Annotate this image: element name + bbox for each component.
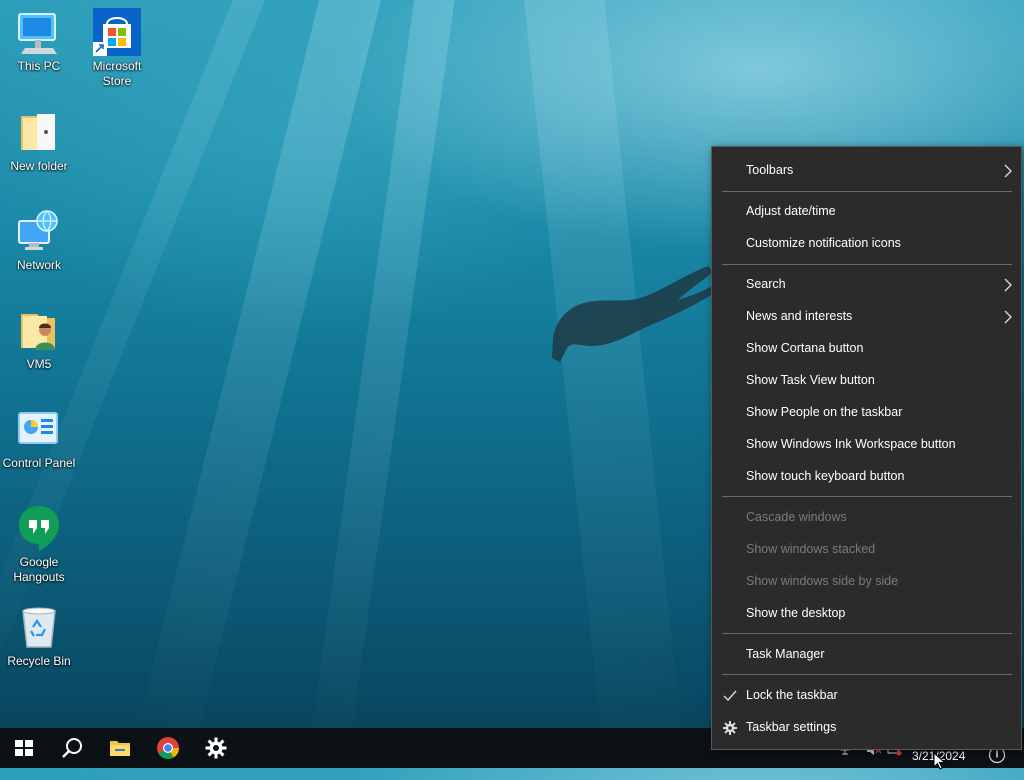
gear-icon xyxy=(723,721,737,735)
desktop-icon-this-pc[interactable]: This PC xyxy=(0,8,78,74)
taskbar-settings-button[interactable] xyxy=(192,728,240,768)
desktop-icon-microsoft-store[interactable]: Microsoft Store xyxy=(78,8,156,89)
menu-item-label: Adjust date/time xyxy=(746,204,836,218)
menu-item-label: Task Manager xyxy=(746,647,825,661)
menu-item-show-cortana-button[interactable]: Show Cortana button xyxy=(712,333,1021,365)
mouse-cursor-icon xyxy=(933,752,946,770)
menu-item-taskbar-settings[interactable]: Taskbar settings xyxy=(712,712,1021,744)
menu-separator xyxy=(722,264,1012,265)
desktop-icon-new-folder[interactable]: New folder xyxy=(0,108,78,174)
desktop-icon-google-hangouts[interactable]: Google Hangouts xyxy=(0,504,78,585)
control-panel-icon xyxy=(15,405,63,453)
chevron-right-icon xyxy=(1004,278,1012,292)
desktop-icon-label: This PC xyxy=(17,59,61,73)
menu-item-label: Show Windows Ink Workspace button xyxy=(746,437,956,451)
menu-item-label: Taskbar settings xyxy=(746,720,837,734)
taskbar-context-menu: Toolbars Adjust date/time Customize noti… xyxy=(711,146,1022,750)
menu-item-show-windows-side-by-side: Show windows side by side xyxy=(712,566,1021,598)
menu-item-toolbars[interactable]: Toolbars xyxy=(712,155,1021,187)
folder-icon xyxy=(15,108,63,156)
menu-item-news-and-interests[interactable]: News and interests xyxy=(712,301,1021,333)
start-button[interactable] xyxy=(0,728,48,768)
menu-item-label: News and interests xyxy=(746,309,853,323)
desktop-icon-label: New folder xyxy=(10,159,68,173)
menu-item-label: Cascade windows xyxy=(746,510,847,524)
this-pc-icon xyxy=(15,8,63,56)
desktop-icon-label: Control Panel xyxy=(2,456,76,470)
menu-item-adjust-date-time[interactable]: Adjust date/time xyxy=(712,196,1021,228)
checkmark-icon xyxy=(723,690,737,702)
menu-separator xyxy=(722,674,1012,675)
menu-separator xyxy=(722,496,1012,497)
menu-item-label: Customize notification icons xyxy=(746,236,901,250)
menu-separator xyxy=(722,633,1012,634)
menu-item-show-the-desktop[interactable]: Show the desktop xyxy=(712,598,1021,630)
menu-item-label: Show Task View button xyxy=(746,373,875,387)
menu-item-show-people-on-taskbar[interactable]: Show People on the taskbar xyxy=(712,397,1021,429)
desktop-icon-network[interactable]: Network xyxy=(0,207,78,273)
chrome-icon xyxy=(157,737,179,759)
menu-item-show-touch-keyboard-button[interactable]: Show touch keyboard button xyxy=(712,461,1021,493)
menu-separator xyxy=(722,191,1012,192)
google-hangouts-icon xyxy=(15,504,63,552)
chevron-right-icon xyxy=(1004,164,1012,178)
menu-item-label: Toolbars xyxy=(746,163,794,177)
desktop-icon-control-panel[interactable]: Control Panel xyxy=(0,405,78,471)
menu-item-label: Show windows stacked xyxy=(746,542,876,556)
desktop-icon-label: Network xyxy=(16,258,61,272)
desktop-icon-recycle-bin[interactable]: Recycle Bin xyxy=(0,603,78,669)
windows-start-icon xyxy=(15,740,33,756)
menu-item-lock-the-taskbar[interactable]: Lock the taskbar xyxy=(712,680,1021,712)
menu-item-show-task-view-button[interactable]: Show Task View button xyxy=(712,365,1021,397)
settings-gear-icon xyxy=(205,737,227,759)
desktop-icon-label: VM5 xyxy=(26,357,52,371)
menu-item-search[interactable]: Search xyxy=(712,269,1021,301)
menu-item-task-manager[interactable]: Task Manager xyxy=(712,639,1021,671)
search-icon xyxy=(62,738,82,758)
microsoft-store-icon xyxy=(93,8,141,56)
desktop-icon-vm5[interactable]: VM5 xyxy=(0,306,78,372)
menu-item-show-windows-stacked: Show windows stacked xyxy=(712,534,1021,566)
menu-item-label: Show touch keyboard button xyxy=(746,469,905,483)
recycle-bin-icon xyxy=(15,603,63,651)
taskbar-search-button[interactable] xyxy=(48,728,96,768)
desktop-icon-label: Microsoft Store xyxy=(92,59,142,88)
desktop-icon-label: Recycle Bin xyxy=(7,654,71,668)
menu-item-label: Search xyxy=(746,277,786,291)
menu-item-label: Show the desktop xyxy=(746,606,846,620)
network-icon xyxy=(15,207,63,255)
menu-item-label: Show windows side by side xyxy=(746,574,899,588)
taskbar-file-explorer-button[interactable] xyxy=(96,728,144,768)
swimmer-silhouette xyxy=(552,266,716,362)
light-ray xyxy=(520,0,686,780)
user-folder-icon xyxy=(15,306,63,354)
taskbar-chrome-button[interactable] xyxy=(144,728,192,768)
menu-item-label: Show People on the taskbar xyxy=(746,405,903,419)
menu-item-cascade-windows: Cascade windows xyxy=(712,502,1021,534)
file-explorer-icon xyxy=(110,741,130,756)
menu-item-label: Show Cortana button xyxy=(746,341,864,355)
desktop-icon-label: Google Hangouts xyxy=(13,555,65,584)
chevron-right-icon xyxy=(1004,310,1012,324)
menu-item-show-windows-ink-workspace-button[interactable]: Show Windows Ink Workspace button xyxy=(712,429,1021,461)
menu-item-customize-notification-icons[interactable]: Customize notification icons xyxy=(712,228,1021,260)
menu-item-label: Lock the taskbar xyxy=(746,688,838,702)
